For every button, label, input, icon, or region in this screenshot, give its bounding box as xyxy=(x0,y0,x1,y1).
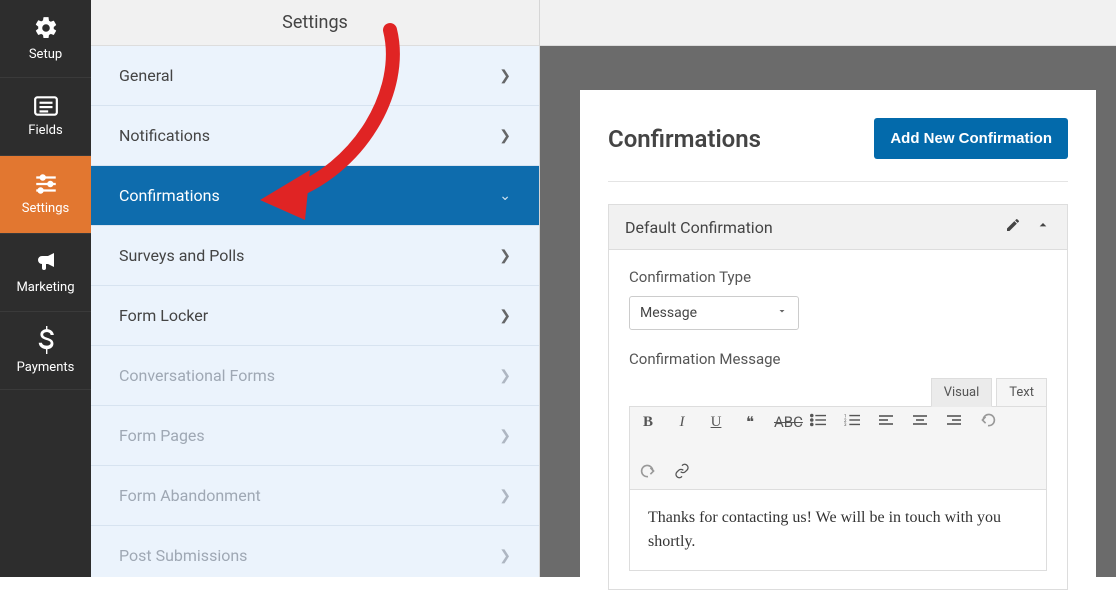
rail-item-settings[interactable]: Settings xyxy=(0,156,91,234)
submenu-label: Notifications xyxy=(119,126,210,145)
chevron-right-icon: ❯ xyxy=(499,368,511,384)
edit-icon[interactable] xyxy=(1005,217,1021,237)
confirmation-type-label: Confirmation Type xyxy=(629,268,1047,286)
submenu-label: Confirmations xyxy=(119,186,220,205)
submenu-label: Form Pages xyxy=(119,426,205,445)
canvas-area: Confirmations Add New Confirmation Defau… xyxy=(540,0,1116,577)
submenu-item-notifications[interactable]: Notifications ❯ xyxy=(91,106,539,166)
settings-submenu: Settings General ❯ Notifications ❯ Confi… xyxy=(91,0,540,577)
submenu-item-conversational-forms[interactable]: Conversational Forms ❯ xyxy=(91,346,539,406)
add-confirmation-button[interactable]: Add New Confirmation xyxy=(874,118,1068,159)
submenu-item-form-abandonment[interactable]: Form Abandonment ❯ xyxy=(91,466,539,526)
submenu-label: Conversational Forms xyxy=(119,366,275,385)
link-icon[interactable] xyxy=(672,463,692,483)
editor-tab-visual[interactable]: Visual xyxy=(931,378,993,407)
chevron-right-icon: ❯ xyxy=(499,128,511,144)
quote-icon[interactable]: ❝ xyxy=(740,413,760,431)
rail-label: Setup xyxy=(29,47,62,62)
submenu-label: General xyxy=(119,66,173,85)
panel-header[interactable]: Default Confirmation xyxy=(609,205,1067,250)
settings-submenu-title: Settings xyxy=(91,0,539,46)
align-center-icon[interactable] xyxy=(910,413,930,431)
select-value: Message xyxy=(640,305,697,321)
confirmations-panel: Confirmations Add New Confirmation Defau… xyxy=(580,90,1096,580)
submenu-item-form-pages[interactable]: Form Pages ❯ xyxy=(91,406,539,466)
chevron-right-icon: ❯ xyxy=(499,488,511,504)
editor-toolbar: B I U ❝ ABC 123 xyxy=(629,406,1047,490)
chevron-right-icon: ❯ xyxy=(499,248,511,264)
chevron-right-icon: ❯ xyxy=(499,308,511,324)
confirmation-panel: Default Confirmation Confirmation Type M… xyxy=(608,204,1068,590)
list-icon xyxy=(33,95,59,117)
gear-icon xyxy=(33,15,59,41)
bold-icon[interactable]: B xyxy=(638,414,658,431)
bullet-list-icon[interactable] xyxy=(808,413,828,431)
rich-text-editor: Visual Text B I U ❝ ABC xyxy=(629,378,1047,571)
submenu-label: Form Locker xyxy=(119,306,208,325)
confirmation-type-select[interactable]: Message xyxy=(629,296,799,330)
submenu-label: Post Submissions xyxy=(119,546,247,565)
submenu-item-form-locker[interactable]: Form Locker ❯ xyxy=(91,286,539,346)
chevron-up-icon[interactable] xyxy=(1035,217,1051,237)
italic-icon[interactable]: I xyxy=(672,414,692,431)
confirmation-message-label: Confirmation Message xyxy=(629,350,1047,368)
chevron-right-icon: ❯ xyxy=(499,428,511,444)
left-rail: Setup Fields Settings Marketing Payments xyxy=(0,0,91,577)
rail-item-marketing[interactable]: Marketing xyxy=(0,234,91,312)
rail-label: Fields xyxy=(28,123,62,138)
redo-icon[interactable] xyxy=(638,464,658,482)
rail-item-setup[interactable]: Setup xyxy=(0,0,91,78)
page-title: Confirmations xyxy=(608,125,761,153)
undo-icon[interactable] xyxy=(978,413,998,431)
submenu-item-surveys[interactable]: Surveys and Polls ❯ xyxy=(91,226,539,286)
strike-icon[interactable]: ABC xyxy=(774,413,794,431)
chevron-right-icon: ❯ xyxy=(499,548,511,564)
align-right-icon[interactable] xyxy=(944,413,964,431)
panel-title: Default Confirmation xyxy=(625,218,773,237)
number-list-icon[interactable]: 123 xyxy=(842,413,862,431)
rail-label: Settings xyxy=(22,201,69,216)
canvas-header-strip xyxy=(540,0,1116,46)
submenu-item-confirmations[interactable]: Confirmations ⌄ xyxy=(91,166,539,226)
submenu-label: Form Abandonment xyxy=(119,486,261,505)
chevron-right-icon: ❯ xyxy=(499,68,511,84)
bullhorn-icon xyxy=(32,250,60,274)
editor-content[interactable]: Thanks for contacting us! We will be in … xyxy=(629,490,1047,571)
rail-item-payments[interactable]: Payments xyxy=(0,312,91,390)
svg-text:3: 3 xyxy=(844,422,847,427)
chevron-down-icon xyxy=(776,305,788,321)
chevron-down-icon: ⌄ xyxy=(499,188,511,204)
align-left-icon[interactable] xyxy=(876,413,896,431)
submenu-item-post-submissions[interactable]: Post Submissions ❯ xyxy=(91,526,539,577)
rail-label: Payments xyxy=(17,360,75,375)
rail-label: Marketing xyxy=(16,280,74,295)
underline-icon[interactable]: U xyxy=(706,414,726,431)
rail-item-fields[interactable]: Fields xyxy=(0,78,91,156)
editor-tab-text[interactable]: Text xyxy=(996,378,1047,407)
dollar-icon xyxy=(36,326,56,354)
sliders-icon xyxy=(33,173,59,195)
submenu-label: Surveys and Polls xyxy=(119,246,244,265)
submenu-item-general[interactable]: General ❯ xyxy=(91,46,539,106)
